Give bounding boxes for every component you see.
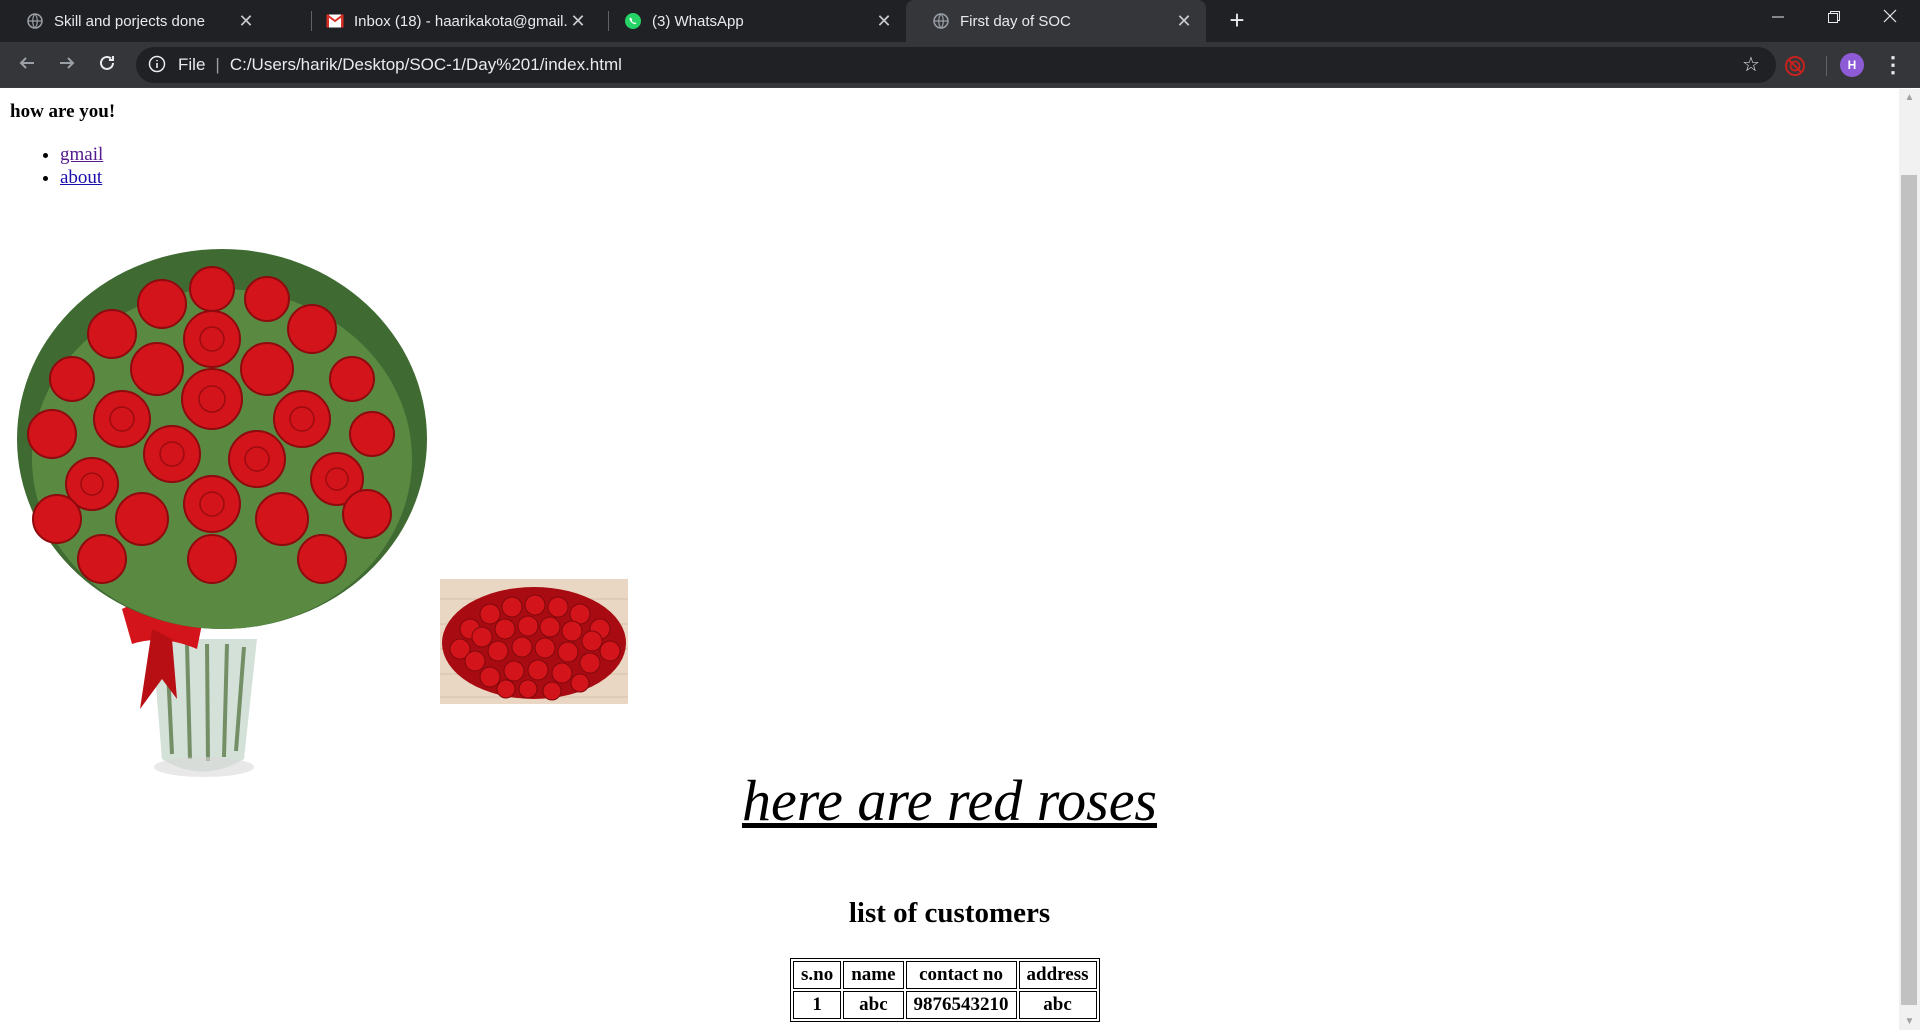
link-list: gmail about <box>60 143 103 189</box>
scroll-up-arrow-icon[interactable]: ▲ <box>1899 89 1920 106</box>
scrollbar-thumb[interactable] <box>1901 175 1917 1005</box>
close-icon[interactable]: ✕ <box>874 11 894 31</box>
tab-title: Skill and porjects done <box>54 12 205 30</box>
new-tab-plus-icon[interactable]: + <box>1222 6 1252 36</box>
restore-icon[interactable] <box>1806 0 1862 38</box>
roses-heart-photo <box>440 579 628 704</box>
window-close-icon[interactable] <box>1862 0 1918 38</box>
table-cell: 9876543210 <box>905 991 1017 1019</box>
url-scheme-label: File <box>178 55 206 74</box>
table-header-cell: s.no <box>793 961 842 989</box>
vertical-scrollbar[interactable]: ▲ ▼ <box>1899 89 1920 1030</box>
table-header-row: s.no name contact no address <box>793 961 1097 989</box>
list-item: about <box>60 166 103 189</box>
table-header-cell: name <box>843 961 904 989</box>
close-icon[interactable]: ✕ <box>236 11 256 31</box>
customers-table: s.no name contact no address 1 abc 98765… <box>790 958 1100 1022</box>
tab-title: Inbox (18) - haarikakota@gmail.c <box>354 12 568 30</box>
globe-icon <box>932 12 950 30</box>
rose-bouquet-image <box>17 249 427 777</box>
profile-avatar[interactable]: H <box>1840 53 1864 77</box>
table-cell: abc <box>1018 991 1097 1019</box>
toolbar-divider <box>1826 56 1827 76</box>
extension-icon[interactable] <box>1784 55 1806 77</box>
about-link[interactable]: about <box>60 167 102 188</box>
table-header-cell: address <box>1018 961 1097 989</box>
table-header-cell: contact no <box>905 961 1017 989</box>
tab-whatsapp[interactable]: (3) WhatsApp ✕ <box>598 0 906 42</box>
tab-title: First day of SOC <box>960 12 1071 30</box>
table-row: 1 abc 9876543210 abc <box>793 991 1097 1019</box>
table-cell: 1 <box>793 991 842 1019</box>
list-item: gmail <box>60 143 103 166</box>
reload-icon[interactable] <box>92 50 122 80</box>
tab-inbox[interactable]: Inbox (18) - haarikakota@gmail.c ✕ <box>300 0 600 42</box>
minimize-icon[interactable] <box>1750 0 1806 38</box>
tab-first-day-of-soc[interactable]: First day of SOC ✕ <box>906 0 1206 42</box>
scroll-down-arrow-icon[interactable]: ▼ <box>1899 1013 1920 1030</box>
tab-title: (3) WhatsApp <box>652 12 744 30</box>
tab-strip: Skill and porjects done ✕ Inbox (18) - h… <box>0 0 1920 42</box>
globe-icon <box>26 12 44 30</box>
whatsapp-icon <box>624 12 642 30</box>
tab-skills[interactable]: Skill and porjects done ✕ <box>0 0 268 42</box>
forward-arrow-icon[interactable] <box>52 50 82 80</box>
page-viewport: how are you! gmail about <box>0 89 1899 1030</box>
back-arrow-icon[interactable] <box>12 50 42 80</box>
browser-toolbar: File | C:/Users/harik/Desktop/SOC-1/Day%… <box>0 42 1920 88</box>
table-cell: abc <box>843 991 904 1019</box>
close-icon[interactable]: ✕ <box>568 11 588 31</box>
info-icon[interactable] <box>148 55 168 75</box>
url-separator: | <box>215 55 220 74</box>
close-icon[interactable]: ✕ <box>1174 11 1194 31</box>
url-text[interactable]: C:/Users/harik/Desktop/SOC-1/Day%201/ind… <box>230 55 622 75</box>
gmail-icon <box>326 12 344 30</box>
menu-kebab-icon[interactable]: ⋮ <box>1880 50 1906 80</box>
bookmark-star-icon[interactable]: ☆ <box>1740 54 1762 76</box>
gmail-link[interactable]: gmail <box>60 144 103 165</box>
roses-heading: here are red roses <box>741 768 1158 833</box>
greeting-heading: how are you! <box>10 101 116 122</box>
address-bar[interactable]: File | C:/Users/harik/Desktop/SOC-1/Day%… <box>136 47 1776 83</box>
customers-heading: list of customers <box>848 897 1051 929</box>
